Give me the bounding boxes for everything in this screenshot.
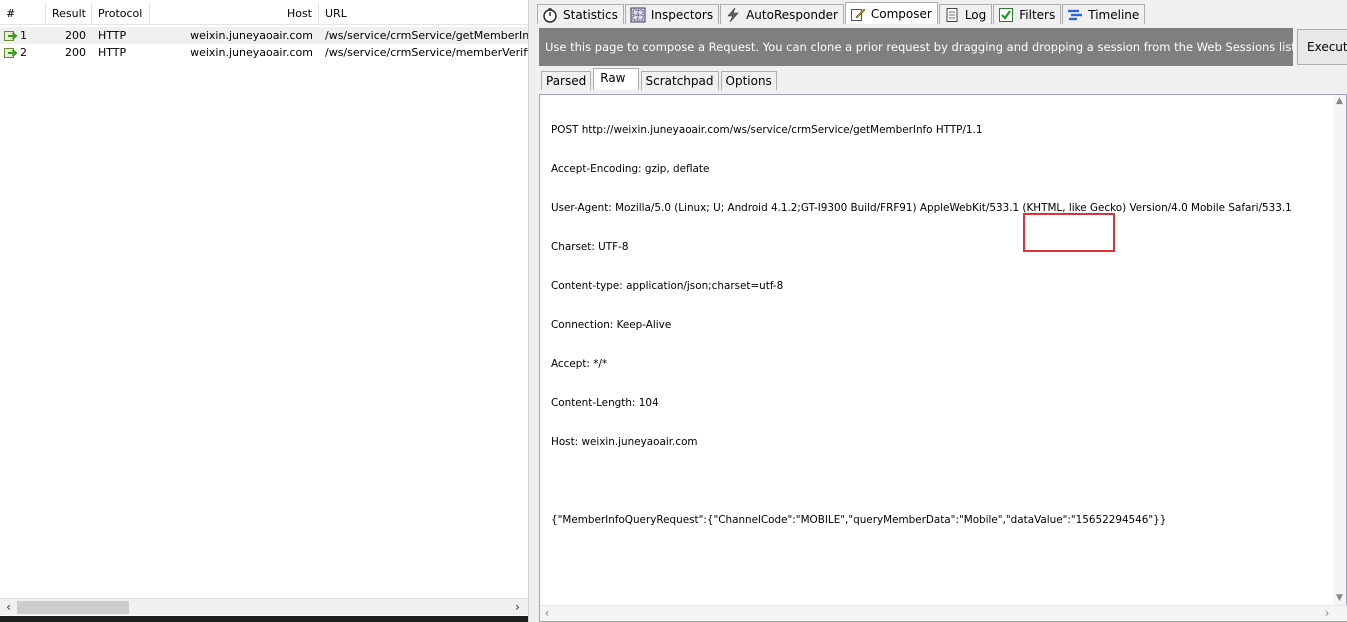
tab-label: Timeline [1088, 7, 1140, 22]
scrollbar-thumb[interactable] [17, 601, 129, 614]
col-header-url[interactable]: URL [319, 3, 530, 25]
stopwatch-icon [543, 7, 557, 23]
header-line: Content-type: application/json;charset=u… [551, 280, 784, 292]
inspect-icon [630, 7, 646, 22]
pane-splitter[interactable] [528, 0, 537, 622]
session-result: 200 [65, 46, 86, 59]
tab-label: Inspectors [650, 7, 714, 22]
data-value-highlight-box [1023, 213, 1115, 252]
header-line: Accept-Encoding: gzip, deflate [551, 163, 710, 175]
scroll-down-icon[interactable]: ▼ [1333, 592, 1346, 605]
tab-log[interactable]: Log [938, 4, 993, 24]
pencil-icon [850, 8, 866, 21]
col-header-protocol[interactable]: Protocol [92, 3, 150, 25]
tab-timeline[interactable]: Timeline [1062, 4, 1146, 24]
tab-filters[interactable]: Filters [993, 4, 1062, 24]
composer-subtabs: Parsed Raw Scratchpad Options [541, 68, 779, 90]
session-row[interactable]: 2 200 HTTP weixin.juneyaoair.com /ws/ser… [0, 44, 530, 61]
checkbox-icon [999, 7, 1014, 22]
scroll-up-icon[interactable]: ▲ [1333, 95, 1346, 108]
execute-button[interactable]: Execute [1297, 29, 1347, 65]
subtab-raw[interactable]: Raw [593, 68, 639, 90]
subtab-options[interactable]: Options [720, 71, 777, 90]
request-line: POST http://weixin.juneyaoair.com/ws/ser… [551, 124, 983, 136]
inspector-pane: Statistics Inspectors AutoResponder Comp… [537, 0, 1347, 622]
raw-request-editor[interactable]: POST http://weixin.juneyaoair.com/ws/ser… [539, 94, 1347, 622]
editor-horizontal-scrollbar[interactable]: ‹ › [540, 605, 1347, 621]
scroll-right-icon[interactable]: › [509, 599, 526, 616]
session-result: 200 [65, 29, 86, 42]
session-protocol: HTTP [98, 46, 127, 59]
session-number: 1 [20, 29, 27, 42]
scroll-right-icon[interactable]: › [1320, 606, 1334, 622]
session-host: weixin.juneyaoair.com [190, 29, 313, 42]
document-icon [946, 7, 958, 22]
status-bar-edge [0, 616, 528, 622]
tab-composer[interactable]: Composer [844, 2, 938, 24]
editor-vertical-scrollbar[interactable]: ▲ ▼ [1333, 95, 1346, 605]
session-host: weixin.juneyaoair.com [190, 46, 313, 59]
session-url: /ws/service/crmService/getMemberInfo [325, 29, 530, 42]
sessions-list: 1 200 HTTP weixin.juneyaoair.com /ws/ser… [0, 27, 530, 61]
raw-request-text[interactable]: POST http://weixin.juneyaoair.com/ws/ser… [551, 98, 1292, 553]
tab-statistics[interactable]: Statistics [537, 4, 624, 24]
request-body: {"MemberInfoQueryRequest":{"ChannelCode"… [551, 514, 1167, 526]
sessions-header: # Result Protocol Host URL [0, 3, 530, 25]
scroll-left-icon[interactable]: ‹ [0, 599, 17, 616]
header-line: User-Agent: Mozilla/5.0 (Linux; U; Andro… [551, 202, 1292, 214]
tab-label: Statistics [563, 7, 618, 22]
scroll-left-icon[interactable]: ‹ [540, 606, 554, 622]
composer-banner: Use this page to compose a Request. You … [539, 28, 1299, 66]
request-arrow-icon [4, 47, 18, 58]
subtab-parsed[interactable]: Parsed [541, 71, 592, 90]
col-header-result[interactable]: Result [46, 3, 92, 25]
web-sessions-pane: # Result Protocol Host URL 1 200 HTTP we… [0, 0, 530, 622]
main-tabs: Statistics Inspectors AutoResponder Comp… [537, 2, 1146, 24]
tab-label: Composer [870, 6, 932, 21]
lightning-icon [727, 7, 739, 22]
tab-inspectors[interactable]: Inspectors [624, 4, 720, 24]
header-line: Host: weixin.juneyaoair.com [551, 436, 698, 448]
header-line: Content-Length: 104 [551, 397, 659, 409]
col-header-number[interactable]: # [0, 3, 46, 25]
header-line: Charset: UTF-8 [551, 241, 629, 253]
session-url: /ws/service/crmService/memberVerificatio… [325, 46, 530, 59]
tab-label: Filters [1019, 7, 1056, 22]
header-line: Accept: */* [551, 358, 608, 370]
timeline-icon [1068, 9, 1083, 20]
session-row[interactable]: 1 200 HTTP weixin.juneyaoair.com /ws/ser… [0, 27, 530, 44]
header-line: Connection: Keep-Alive [551, 319, 672, 331]
tab-label: AutoResponder [746, 7, 838, 22]
col-header-host[interactable]: Host [150, 3, 319, 25]
subtab-scratchpad[interactable]: Scratchpad [640, 71, 719, 90]
session-number: 2 [20, 46, 27, 59]
request-arrow-icon [4, 30, 18, 41]
tab-label: Log [964, 7, 987, 22]
sessions-horizontal-scrollbar[interactable]: ‹ › [0, 598, 528, 615]
session-protocol: HTTP [98, 29, 127, 42]
tab-autoresponder[interactable]: AutoResponder [720, 4, 844, 24]
